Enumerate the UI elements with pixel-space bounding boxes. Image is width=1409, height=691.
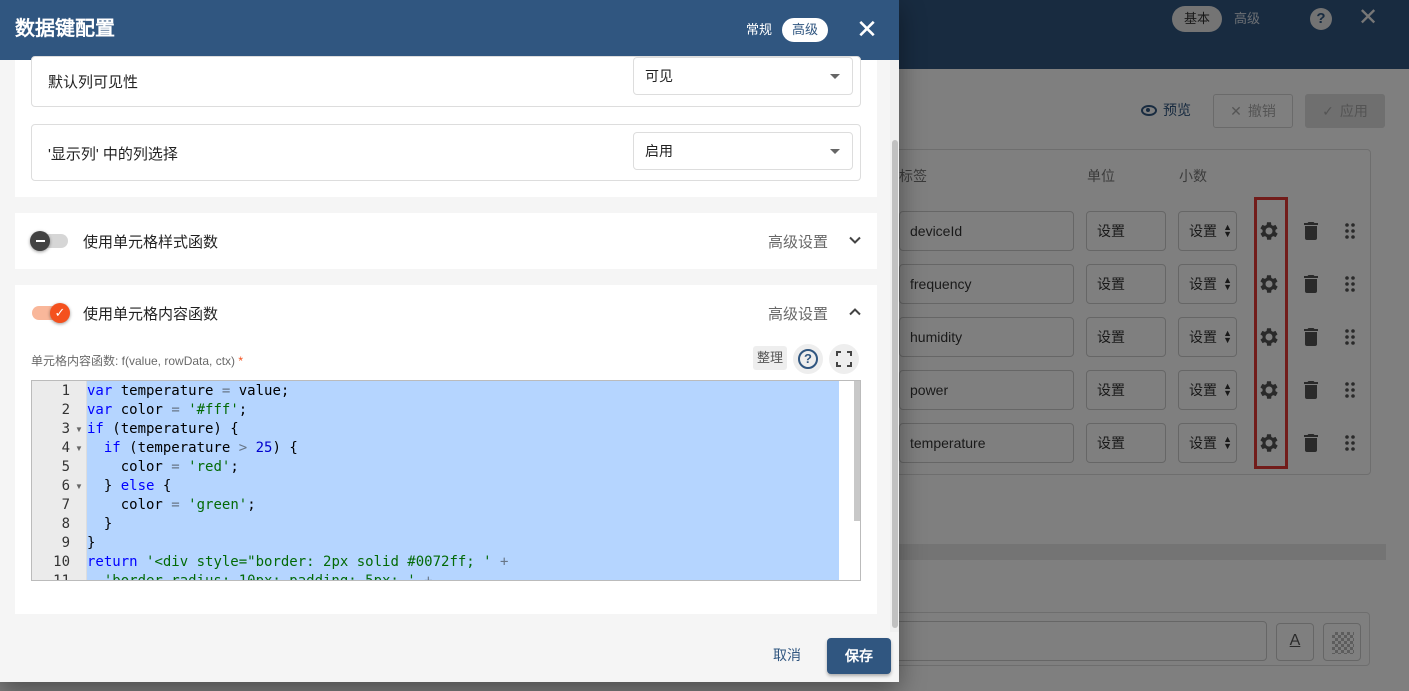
tidy-button[interactable]: 整理 <box>753 346 788 370</box>
line-number: 2 <box>61 402 70 418</box>
tab-general[interactable]: 常规 <box>736 18 782 42</box>
cell-style-toggle[interactable] <box>30 231 68 251</box>
tab-advanced[interactable]: 高级 <box>782 18 829 42</box>
code-line: if (temperature) { <box>87 421 239 437</box>
default-visibility-value: 可见 <box>645 68 673 84</box>
fullscreen-icon <box>836 351 852 367</box>
column-selection-select[interactable]: 启用 <box>633 132 853 170</box>
line-number: 11 <box>53 573 70 581</box>
line-number: 8 <box>61 516 70 532</box>
code-line: } <box>87 516 113 532</box>
chevron-down-icon[interactable] <box>848 233 862 247</box>
fold-arrow-icon[interactable]: ▼ <box>75 477 83 496</box>
line-number: 7 <box>61 497 70 513</box>
code-line: color = 'green'; <box>87 497 256 513</box>
fold-arrow-icon[interactable]: ▼ <box>75 420 83 439</box>
default-visibility-label: 默认列可见性 <box>48 74 139 91</box>
visibility-card: 默认列可见性 可见 '显示列' 中的列选择 启用 <box>15 56 877 197</box>
function-label-text: 单元格内容函数: f(value, rowData, ctx) <box>31 354 236 368</box>
cell-content-card: ✓ 使用单元格内容函数 高级设置 单元格内容函数: f(value, rowDa… <box>15 285 877 614</box>
code-line: } <box>87 535 96 551</box>
help-button[interactable]: ? <box>793 344 823 374</box>
function-label: 单元格内容函数: f(value, rowData, ctx) * <box>31 352 243 369</box>
column-selection-label: '显示列' 中的列选择 <box>48 146 178 163</box>
default-visibility-select[interactable]: 可见 <box>633 57 853 95</box>
chevron-up-icon[interactable] <box>848 305 862 319</box>
save-button[interactable]: 保存 <box>827 638 891 674</box>
fullscreen-button[interactable] <box>829 344 859 374</box>
column-selection-row: '显示列' 中的列选择 启用 <box>31 124 861 181</box>
cell-style-advanced-link[interactable]: 高级设置 <box>768 231 828 252</box>
code-line: return '<div style="border: 2px solid #0… <box>87 554 509 570</box>
code-line: 'border-radius: 10px; padding: 5px; ' + <box>103 573 433 581</box>
code-line: color = 'red'; <box>87 459 239 475</box>
dropdown-arrow-icon <box>830 149 840 154</box>
code-line: var color = '#fff'; <box>87 402 248 418</box>
line-number: 5 <box>61 459 70 475</box>
close-icon[interactable]: ✕ <box>855 16 879 42</box>
check-icon: ✓ <box>50 303 70 323</box>
toggle-knob <box>30 231 50 251</box>
help-icon: ? <box>798 349 818 369</box>
cancel-button[interactable]: 取消 <box>759 643 815 667</box>
code-editor[interactable]: 1 2 3 ▼ 4 ▼ 5 6 ▼ 7 8 9 10 11 var temper… <box>31 380 861 581</box>
line-number: 3 <box>61 421 70 437</box>
line-number: 1 <box>61 383 70 399</box>
cell-content-toggle[interactable]: ✓ <box>32 303 70 323</box>
column-selection-value: 启用 <box>645 143 673 159</box>
cell-content-label: 使用单元格内容函数 <box>83 306 219 323</box>
line-number: 9 <box>61 535 70 551</box>
code-line: var temperature = value; <box>87 383 290 399</box>
editor-scrollbar[interactable] <box>854 381 860 521</box>
line-number: 10 <box>53 554 70 570</box>
fold-arrow-icon[interactable]: ▼ <box>75 439 83 458</box>
code-line: } else { <box>87 478 172 494</box>
default-visibility-row: 默认列可见性 可见 <box>31 56 861 107</box>
dropdown-arrow-icon <box>830 74 840 79</box>
dialog-header: 数据键配置 常规 高级 ✕ <box>0 0 899 60</box>
data-key-config-dialog: 数据键配置 常规 高级 ✕ 默认列可见性 可见 '显示列' 中的列选择 启用 使… <box>0 0 899 682</box>
line-number: 6 <box>61 478 70 494</box>
cell-style-card: 使用单元格样式函数 高级设置 <box>15 213 877 269</box>
line-number: 4 <box>61 440 70 456</box>
dialog-tabs: 常规 高级 <box>736 17 829 43</box>
dialog-title: 数据键配置 <box>15 18 115 40</box>
dialog-scrollbar-thumb[interactable] <box>892 140 898 628</box>
cell-content-advanced-link[interactable]: 高级设置 <box>768 303 828 324</box>
code-line: if (temperature > 25) { <box>103 440 298 456</box>
cell-style-label: 使用单元格样式函数 <box>83 234 219 251</box>
required-mark: * <box>238 354 244 368</box>
